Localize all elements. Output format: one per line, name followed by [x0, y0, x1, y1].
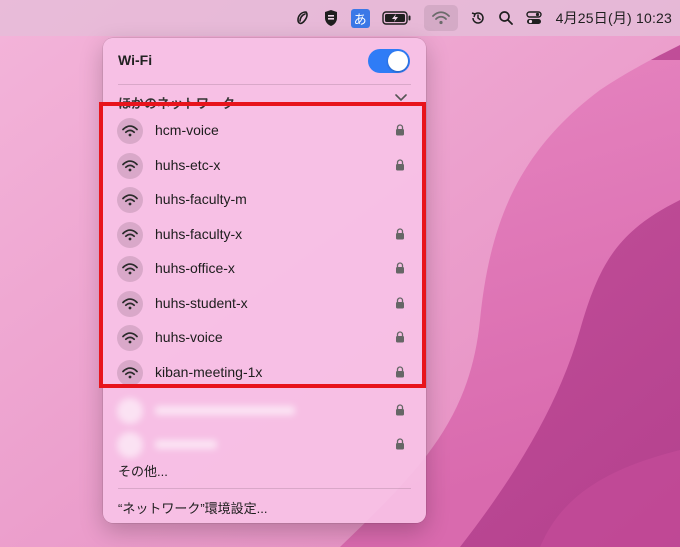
wifi-signal-icon	[117, 398, 143, 424]
input-method-icon[interactable]: あ	[350, 5, 370, 31]
menu-separator	[118, 488, 411, 489]
wifi-menu-title: Wi-Fi	[118, 52, 153, 68]
input-method-label: あ	[350, 8, 370, 28]
wifi-toggle-knob	[388, 51, 408, 71]
network-name-redacted	[155, 440, 217, 449]
lock-icon	[395, 437, 405, 455]
wifi-icon	[431, 11, 450, 25]
menu-separator	[118, 84, 411, 85]
wifi-menu-extra[interactable]	[423, 5, 458, 31]
app-shield-icon[interactable]	[323, 5, 339, 31]
network-name-redacted	[155, 406, 295, 415]
battery-charging-icon[interactable]	[381, 5, 412, 31]
screen: あ 4月25日(月) 10:23 Wi-Fi ほかのネットワーク hcm-voi…	[0, 0, 680, 547]
script-logo-icon[interactable]	[295, 5, 311, 31]
wifi-signal-icon	[117, 432, 143, 458]
other-network-item[interactable]: その他...	[118, 461, 168, 480]
spotlight-search-icon[interactable]	[498, 5, 514, 31]
wifi-menu-header: Wi-Fi	[103, 38, 426, 84]
time-machine-icon[interactable]	[470, 5, 486, 31]
network-preferences-item[interactable]: “ネットワーク”環境設定...	[118, 498, 268, 517]
control-center-icon[interactable]	[525, 5, 542, 31]
lock-icon	[395, 403, 405, 421]
wifi-toggle[interactable]	[368, 49, 410, 73]
menu-bar: あ 4月25日(月) 10:23	[0, 0, 680, 36]
network-item-blurred[interactable]	[103, 427, 426, 461]
network-item-blurred[interactable]	[103, 393, 426, 427]
highlight-box	[99, 102, 426, 388]
menu-bar-clock[interactable]: 4月25日(月) 10:23	[556, 8, 672, 28]
